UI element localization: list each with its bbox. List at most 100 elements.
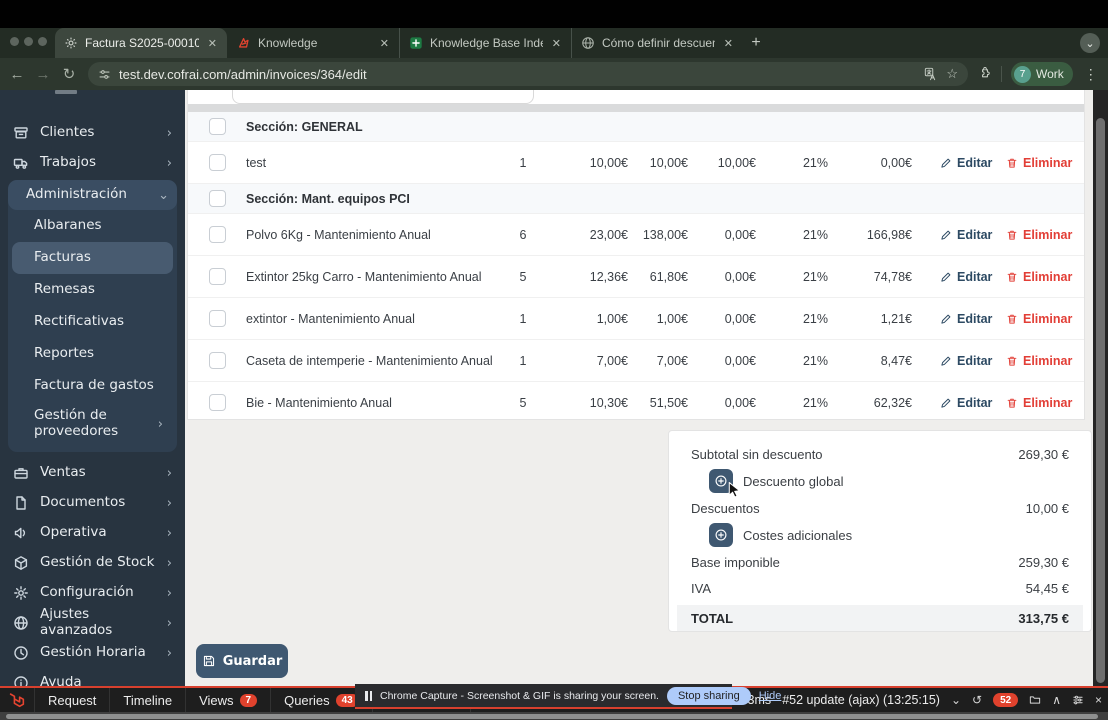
address-bar[interactable]: test.dev.cofrai.com/admin/invoices/364/e… xyxy=(88,62,968,86)
quantity-cell: 1 xyxy=(519,353,527,368)
forward-icon[interactable]: → xyxy=(30,66,56,83)
invoice-line-row: Bie - Mantenimiento Anual 5 10,30€ 51,50€ 0,… xyxy=(188,382,1084,419)
sidebar-item-remesas[interactable]: Remesas xyxy=(12,274,173,306)
tab-search-chevron-icon[interactable]: ⌄ xyxy=(1080,33,1100,53)
vertical-scrollbar[interactable] xyxy=(1093,90,1108,686)
extensions-puzzle-icon[interactable] xyxy=(978,67,992,81)
sidebar-item-operativa[interactable]: Operativa › xyxy=(0,518,185,548)
site-controls-icon[interactable] xyxy=(98,68,111,81)
profile-chip[interactable]: 7 Work xyxy=(1011,62,1073,86)
debugbar-tab-request[interactable]: Request xyxy=(34,688,109,712)
close-tab-icon[interactable]: ✕ xyxy=(378,37,391,50)
caret-up-icon[interactable]: ∧ xyxy=(1052,693,1061,707)
settings-sliders-icon[interactable] xyxy=(1072,694,1084,706)
sidebar-item-ajustes-avanzados[interactable]: Ajustes avanzados › xyxy=(0,607,185,638)
save-button[interactable]: Guardar xyxy=(196,644,288,678)
debugbar-tab-views[interactable]: Views 7 xyxy=(185,688,270,712)
invoice-line-row: Polvo 6Kg - Mantenimiento Anual 6 23,00€ 13… xyxy=(188,214,1084,256)
sidebar-item-configuraci-n[interactable]: Configuración › xyxy=(0,578,185,608)
edit-line-button[interactable]: Editar xyxy=(912,156,992,170)
hide-notification-link[interactable]: Hide xyxy=(759,690,782,702)
toolbar-input-partial[interactable] xyxy=(232,90,534,104)
history-icon[interactable]: ↺ xyxy=(972,693,982,707)
plus-circle-icon[interactable] xyxy=(709,523,733,547)
subtotal-cell: 7,00€ xyxy=(656,353,688,368)
subtotal-cell: 61,80€ xyxy=(649,269,688,284)
vertical-scrollbar-thumb[interactable] xyxy=(1096,118,1105,683)
maximize-window-button[interactable] xyxy=(38,37,47,46)
toolbar: ← → ↻ test.dev.cofrai.com/admin/invoices… xyxy=(0,58,1108,90)
horizontal-scrollbar[interactable] xyxy=(0,712,1108,720)
folder-icon[interactable] xyxy=(1029,694,1041,706)
row-checkbox[interactable] xyxy=(208,154,226,171)
unit-price-cell: 12,36€ xyxy=(589,269,628,284)
request-label[interactable]: #52 update (ajax) (13:25:15) xyxy=(782,693,940,707)
sidebar-item-ayuda[interactable]: Ayuda xyxy=(0,668,185,686)
bookmark-star-icon[interactable]: ☆ xyxy=(946,66,958,82)
window-traffic-lights[interactable] xyxy=(10,37,47,46)
sidebar-item-gesti-n-horaria[interactable]: Gestión Horaria › xyxy=(0,638,185,668)
history-badge: 52 xyxy=(993,693,1019,707)
row-checkbox[interactable] xyxy=(208,310,226,327)
close-window-button[interactable] xyxy=(10,37,19,46)
stop-sharing-button[interactable]: Stop sharing xyxy=(666,686,751,705)
minimize-window-button[interactable] xyxy=(24,37,33,46)
sidebar-item-gesti-n-de-proveedores[interactable]: Gestión de proveedores › xyxy=(12,402,173,446)
delete-line-button[interactable]: Eliminar xyxy=(992,312,1084,326)
back-icon[interactable]: ← xyxy=(4,66,30,83)
delete-label: Eliminar xyxy=(1023,311,1073,326)
row-checkbox[interactable] xyxy=(208,118,226,135)
sidebar-item-rectificativas[interactable]: Rectificativas xyxy=(12,306,173,338)
summary-label: TOTAL xyxy=(691,610,734,626)
invoice-line-row: Extintor 25kg Carro - Mantenimiento Anua… xyxy=(188,256,1084,298)
edit-line-button[interactable]: Editar xyxy=(912,312,992,326)
sidebar-item-gesti-n-de-stock[interactable]: Gestión de Stock › xyxy=(0,548,185,578)
invoice-line-row: test 1 10,00€ 10,00€ 10,00€ 21% 0,00€ Editar Eli… xyxy=(188,142,1084,184)
delete-line-button[interactable]: Eliminar xyxy=(992,354,1084,368)
edit-line-button[interactable]: Editar xyxy=(912,396,992,410)
reload-icon[interactable]: ↻ xyxy=(56,65,82,83)
sidebar-item-facturas[interactable]: Facturas xyxy=(12,242,173,274)
browser-tab[interactable]: Factura S2025-00010 - Cofra ✕ xyxy=(55,28,227,58)
laravel-icon[interactable] xyxy=(0,692,34,709)
sidebar-item-administracion[interactable]: Administración ⌄ xyxy=(8,180,177,214)
close-debugbar-icon[interactable]: × xyxy=(1095,693,1102,707)
sidebar-item-factura-de-gastos[interactable]: Factura de gastos xyxy=(12,370,173,402)
sidebar-item-trabajos[interactable]: Trabajos › xyxy=(0,148,185,178)
summary-label: IVA xyxy=(691,580,711,596)
row-checkbox[interactable] xyxy=(208,394,226,411)
add-row-label: Costes adicionales xyxy=(743,527,853,543)
new-tab-icon[interactable]: + xyxy=(743,28,769,58)
url-text[interactable]: test.dev.cofrai.com/admin/invoices/364/e… xyxy=(119,67,916,82)
row-checkbox[interactable] xyxy=(208,352,226,369)
browser-tab[interactable]: Knowledge Base Index - Hoja ✕ xyxy=(399,28,571,58)
chevron-right-icon: › xyxy=(166,495,172,511)
summary-value: 10,00 € xyxy=(1025,500,1069,516)
sidebar-item-reportes[interactable]: Reportes xyxy=(12,338,173,370)
browser-tab[interactable]: Knowledge ✕ xyxy=(227,28,399,58)
debugbar-tab-timeline[interactable]: Timeline xyxy=(109,688,185,712)
pause-icon[interactable] xyxy=(365,690,372,701)
row-checkbox[interactable] xyxy=(208,226,226,243)
close-tab-icon[interactable]: ✕ xyxy=(550,37,563,50)
delete-line-button[interactable]: Eliminar xyxy=(992,270,1084,284)
delete-line-button[interactable]: Eliminar xyxy=(992,228,1084,242)
delete-line-button[interactable]: Eliminar xyxy=(992,396,1084,410)
sidebar-item-albaranes[interactable]: Albaranes xyxy=(12,210,173,242)
browser-tab[interactable]: Cómo definir descuentos glo ✕ xyxy=(571,28,743,58)
row-checkbox[interactable] xyxy=(208,268,226,285)
translate-icon[interactable] xyxy=(924,67,938,81)
edit-line-button[interactable]: Editar xyxy=(912,270,992,284)
sidebar-item-documentos[interactable]: Documentos › xyxy=(0,488,185,518)
edit-line-button[interactable]: Editar xyxy=(912,354,992,368)
row-checkbox[interactable] xyxy=(208,190,226,207)
close-tab-icon[interactable]: ✕ xyxy=(206,37,219,50)
sidebar-item-clientes[interactable]: Clientes › xyxy=(0,118,185,148)
horizontal-scrollbar-thumb[interactable] xyxy=(6,713,1098,719)
close-tab-icon[interactable]: ✕ xyxy=(722,37,735,50)
sidebar-item-ventas[interactable]: Ventas › xyxy=(0,458,185,488)
browser-menu-icon[interactable]: ⋮ xyxy=(1082,66,1106,83)
chevron-down-icon[interactable]: ⌄ xyxy=(951,693,961,707)
delete-line-button[interactable]: Eliminar xyxy=(992,156,1084,170)
edit-line-button[interactable]: Editar xyxy=(912,228,992,242)
